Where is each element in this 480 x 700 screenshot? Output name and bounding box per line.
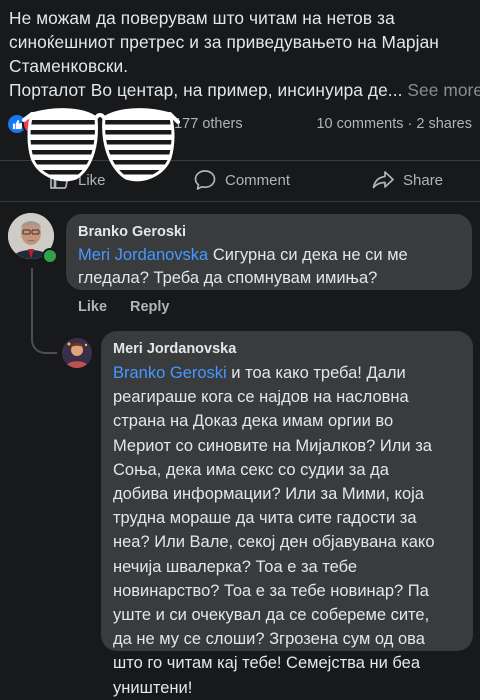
- comment-text-line: нечија швалерка? Тоа е за тебе: [113, 557, 358, 576]
- comment-button-label: Comment: [225, 171, 291, 189]
- comment-text-line: реагираше кога се најдов на насловна: [113, 388, 409, 407]
- comment-text-line: Соња, дека има секс со судии за да: [113, 460, 389, 479]
- comment-text-line: Мериот со синовите на Мијалков? Или за: [113, 436, 432, 455]
- comments-shares-count[interactable]: 10 comments · 2 shares: [316, 116, 472, 132]
- comment-text: Meri Jordanovska Сигурна си дека не си м…: [78, 244, 408, 289]
- comment-bubble: Branko Geroski Meri Jordanovska Сигурна …: [66, 214, 472, 290]
- reply-thread-line: [31, 268, 57, 354]
- mention-link[interactable]: Meri Jordanovska: [78, 246, 208, 264]
- comment-text-line: уште и си очекувал да се собереме сите,: [113, 606, 430, 625]
- comment-bubble: Meri Jordanovska Branko Geroski и тоа ка…: [101, 331, 473, 697]
- share-icon: [372, 171, 394, 189]
- comment-text-line: Branko Geroski и тоа како треба! Дали: [113, 361, 435, 385]
- comment-icon: [194, 170, 216, 190]
- comment-text-line: добива информации? Или за Мими, која: [113, 485, 424, 504]
- online-status-dot: [42, 248, 58, 264]
- comment-text-line: што го читам кај тебе! Семејства ни беа: [113, 654, 421, 673]
- post-text: Не можам да поверувам што читам на нетов…: [9, 6, 480, 102]
- comment-text-fragment: и тоа како треба! Дали: [226, 364, 406, 382]
- shutter-glasses-sticker-icon: [22, 108, 180, 182]
- comment-text-line: страна на Доказ дека имам оргии во: [113, 412, 394, 431]
- comment-text-line: трудна мораше да чита сите гадости за: [113, 509, 417, 528]
- see-more-link[interactable]: See more: [407, 80, 480, 100]
- comment-author[interactable]: Branko Geroski: [78, 224, 186, 240]
- post-text-truncated: Порталот Во центар, на пример, инсинуира…: [9, 80, 403, 100]
- comment-text-fragment: Сигурна си дека не си ме: [208, 246, 408, 264]
- post-text-line: Стаменковски.: [9, 56, 129, 76]
- comment-like-button[interactable]: Like: [78, 299, 107, 315]
- comment-text-line: Meri Jordanovska Сигурна си дека не си м…: [78, 244, 408, 267]
- comment-button[interactable]: Comment: [193, 169, 290, 191]
- comment-text-line: неа? Или Вале, секој ден објавувана како: [113, 533, 435, 552]
- comment-author[interactable]: Meri Jordanovska: [113, 341, 236, 357]
- person-avatar-icon: [62, 338, 92, 368]
- comment-reply-button[interactable]: Reply: [130, 299, 170, 315]
- comment-actions: Like Reply: [78, 299, 170, 315]
- share-button[interactable]: Share: [371, 169, 443, 191]
- post-text-line: Порталот Во центар, на пример, инсинуира…: [9, 78, 480, 102]
- comment-text-line: да не му се слоши? Згрозена сум од ова: [113, 630, 425, 649]
- post-text-line: синоќешниот претрес и за приведувањето н…: [9, 32, 439, 52]
- comment-text-line: гледала? Треба да спомнувам имиња?: [78, 268, 378, 287]
- comment-text-line: уништени!: [113, 678, 193, 697]
- divider: [0, 201, 480, 202]
- avatar[interactable]: [62, 338, 92, 368]
- mention-link[interactable]: Branko Geroski: [113, 364, 227, 382]
- comment-text: Branko Geroski и тоа како треба! Дали ре…: [113, 361, 435, 700]
- share-button-label: Share: [403, 171, 444, 189]
- comment-text-line: новинарство? Тоа е за тебе новинар? Па: [113, 581, 429, 600]
- post-text-line: Не можам да поверувам што читам на нетов…: [9, 8, 395, 28]
